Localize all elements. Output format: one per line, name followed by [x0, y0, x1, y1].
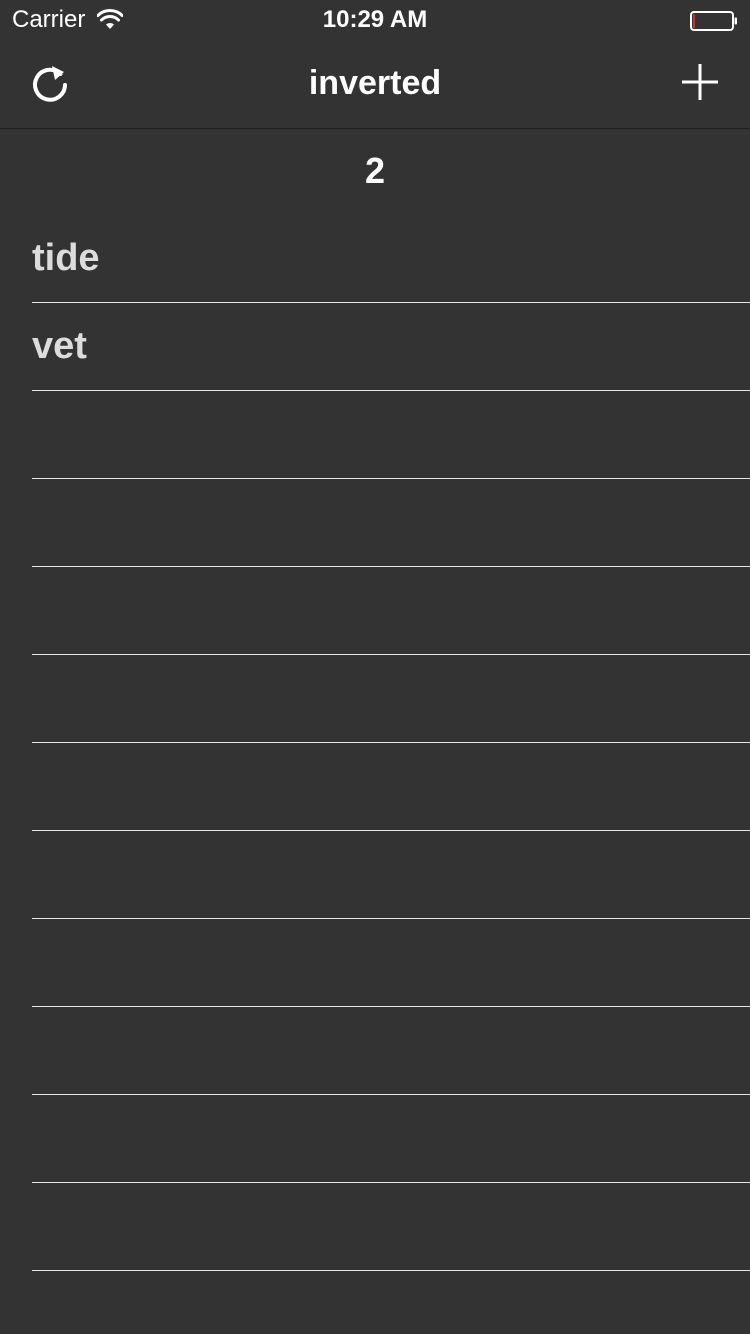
list-item-label: tide — [32, 237, 100, 279]
refresh-icon[interactable] — [28, 60, 72, 106]
item-count: 2 — [364, 150, 386, 191]
list-item[interactable]: tide — [0, 215, 750, 303]
navigation-bar: inverted — [0, 40, 750, 129]
list-item[interactable] — [0, 1007, 750, 1095]
list-item[interactable] — [0, 391, 750, 479]
app-screen: Carrier 10:29 AM inverted 2 tide vet — [0, 0, 750, 1334]
status-time: 10:29 AM — [322, 6, 428, 33]
status-bar: Carrier 10:29 AM — [0, 0, 750, 40]
list-item[interactable] — [0, 479, 750, 567]
list-item[interactable] — [0, 1183, 750, 1271]
list-item[interactable] — [0, 919, 750, 1007]
list-item[interactable] — [0, 1095, 750, 1183]
list-item[interactable] — [0, 567, 750, 655]
plus-icon[interactable] — [680, 62, 720, 102]
item-list: tide vet — [0, 215, 750, 1334]
page-title: inverted — [308, 64, 442, 102]
list-item[interactable] — [0, 743, 750, 831]
list-item[interactable]: vet — [0, 303, 750, 391]
list-item[interactable] — [0, 1271, 750, 1334]
battery-icon — [690, 11, 737, 31]
list-item-label: vet — [32, 325, 87, 367]
list-item[interactable] — [0, 655, 750, 743]
list-item[interactable] — [0, 831, 750, 919]
